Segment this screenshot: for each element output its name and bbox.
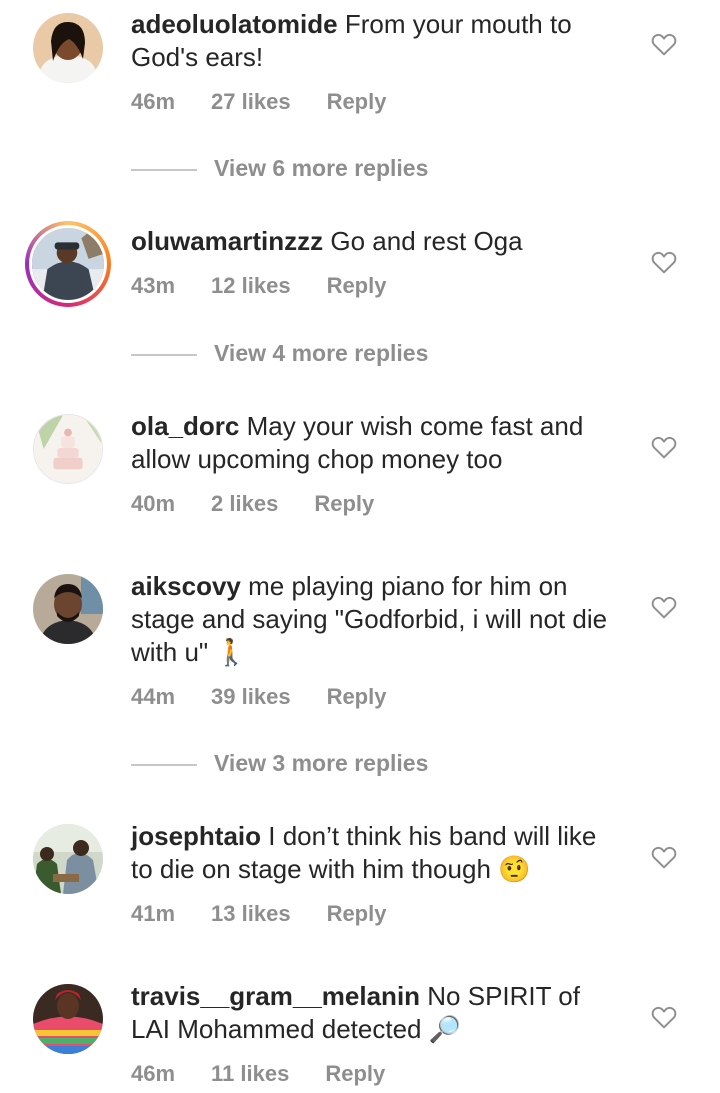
comment-meta: 43m 12 likes Reply: [131, 273, 422, 299]
comment-meta: 46m 11 likes Reply: [131, 1061, 421, 1087]
reply-button[interactable]: Reply: [327, 273, 387, 298]
comment-meta: 46m 27 likes Reply: [131, 89, 422, 115]
reply-button[interactable]: Reply: [327, 901, 387, 926]
avatar-image: [29, 225, 107, 303]
reply-button[interactable]: Reply: [325, 1061, 385, 1086]
comment-meta: 44m 39 likes Reply: [131, 684, 422, 710]
timestamp: 46m: [131, 1061, 176, 1086]
avatar[interactable]: [33, 824, 103, 894]
likes-count[interactable]: 39 likes: [211, 684, 291, 709]
likes-count[interactable]: 27 likes: [211, 89, 291, 114]
divider-line: [131, 169, 197, 171]
username[interactable]: travis__gram__melanin: [131, 981, 420, 1011]
username[interactable]: ola_dorc: [131, 411, 239, 441]
reply-button[interactable]: Reply: [314, 491, 374, 516]
comment-meta: 41m 13 likes Reply: [131, 901, 422, 927]
comment-meta: 40m 2 likes Reply: [131, 491, 410, 517]
heart-outline-icon[interactable]: [651, 435, 677, 459]
avatar[interactable]: [33, 414, 103, 484]
timestamp: 46m: [131, 89, 176, 114]
avatar[interactable]: [25, 221, 111, 307]
comment-text: aikscovy me playing piano for him on sta…: [131, 570, 621, 669]
heart-outline-icon[interactable]: [651, 250, 677, 274]
comment-text: oluwamartinzzz Go and rest Oga: [131, 225, 621, 258]
heart-outline-icon[interactable]: [651, 1005, 677, 1029]
likes-count[interactable]: 11 likes: [211, 1061, 289, 1086]
timestamp: 43m: [131, 273, 176, 298]
timestamp: 44m: [131, 684, 176, 709]
divider-line: [131, 354, 197, 356]
likes-count[interactable]: 2 likes: [211, 491, 278, 516]
heart-outline-icon[interactable]: [651, 845, 677, 869]
reply-button[interactable]: Reply: [327, 89, 387, 114]
comment-text: ola_dorc May your wish come fast and all…: [131, 410, 621, 476]
view-more-label[interactable]: View 3 more replies: [214, 750, 428, 777]
heart-outline-icon[interactable]: [651, 32, 677, 56]
timestamp: 40m: [131, 491, 176, 516]
view-more-label[interactable]: View 4 more replies: [214, 340, 428, 367]
comment-text: josephtaio I don’t think his band will l…: [131, 820, 621, 886]
comment-body: Go and rest Oga: [330, 226, 523, 256]
username[interactable]: josephtaio: [131, 821, 261, 851]
username[interactable]: adeoluolatomide: [131, 9, 338, 39]
heart-outline-icon[interactable]: [651, 595, 677, 619]
likes-count[interactable]: 13 likes: [211, 901, 291, 926]
avatar[interactable]: [33, 13, 103, 83]
username[interactable]: aikscovy: [131, 571, 241, 601]
timestamp: 41m: [131, 901, 176, 926]
username[interactable]: oluwamartinzzz: [131, 226, 323, 256]
divider-line: [131, 764, 197, 766]
avatar[interactable]: [33, 574, 103, 644]
comment-text: travis__gram__melanin No SPIRIT of LAI M…: [131, 980, 621, 1046]
likes-count[interactable]: 12 likes: [211, 273, 291, 298]
avatar[interactable]: [33, 984, 103, 1054]
comment-text: adeoluolatomide From your mouth to God's…: [131, 8, 621, 74]
reply-button[interactable]: Reply: [327, 684, 387, 709]
view-more-label[interactable]: View 6 more replies: [214, 155, 428, 182]
